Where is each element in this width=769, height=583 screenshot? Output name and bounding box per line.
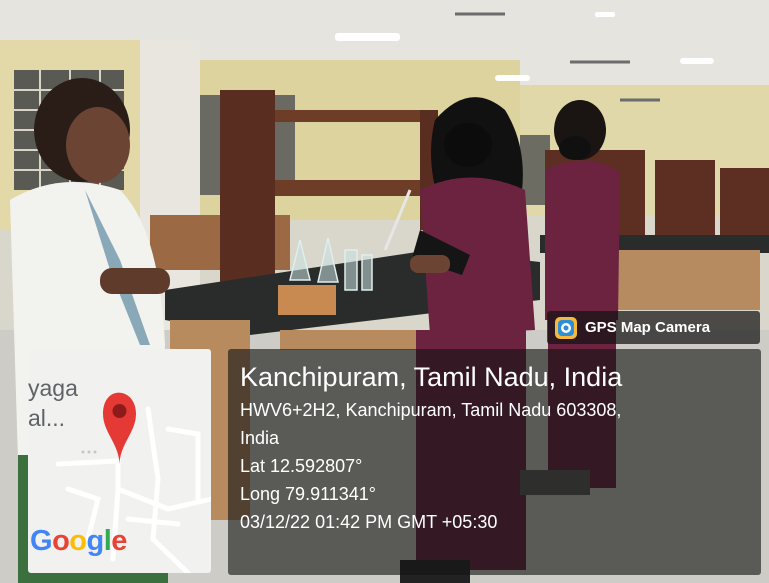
address-line-2: India [240,428,280,448]
google-logo-letter: g [86,525,105,557]
google-logo-letter: o [69,525,87,557]
ceiling-light [335,33,400,41]
ceiling-light [680,58,714,64]
place-title: Kanchipuram, Tamil Nadu, India [240,362,623,392]
longitude-readout: Long 79.911341° [240,484,376,504]
map-place-label: yaga al... [28,375,78,431]
ceiling-light [595,12,615,17]
timestamp: 03/12/22 01:42 PM GMT +05:30 [240,512,498,532]
google-logo-letter: o [52,525,70,557]
address-line-1: HWV6+2H2, Kanchipuram, Tamil Nadu 603308… [240,400,622,420]
reagent-shelf-post [220,90,275,300]
app-badge-label: GPS Map Camera [585,319,711,336]
map-camera-icon [555,316,577,339]
ceiling-light [495,75,530,81]
reagent-shelf-top [275,110,430,122]
map-thumbnail: yaga al... Google [28,349,211,573]
photo-frame: GPS Map Camera yaga al... Google Kanchip… [0,0,769,583]
test-tube-rack [278,285,336,315]
google-logo-letter: G [30,525,53,557]
gps-map-camera-badge: GPS Map Camera [547,311,760,344]
google-logo: Google [30,525,127,558]
map-dots [81,450,97,454]
google-logo-letter: e [111,525,127,557]
location-info-panel: Kanchipuram, Tamil Nadu, India HWV6+2H2,… [228,349,761,575]
location-pin-icon [103,392,136,464]
latitude-readout: Lat 12.592807° [240,456,363,476]
